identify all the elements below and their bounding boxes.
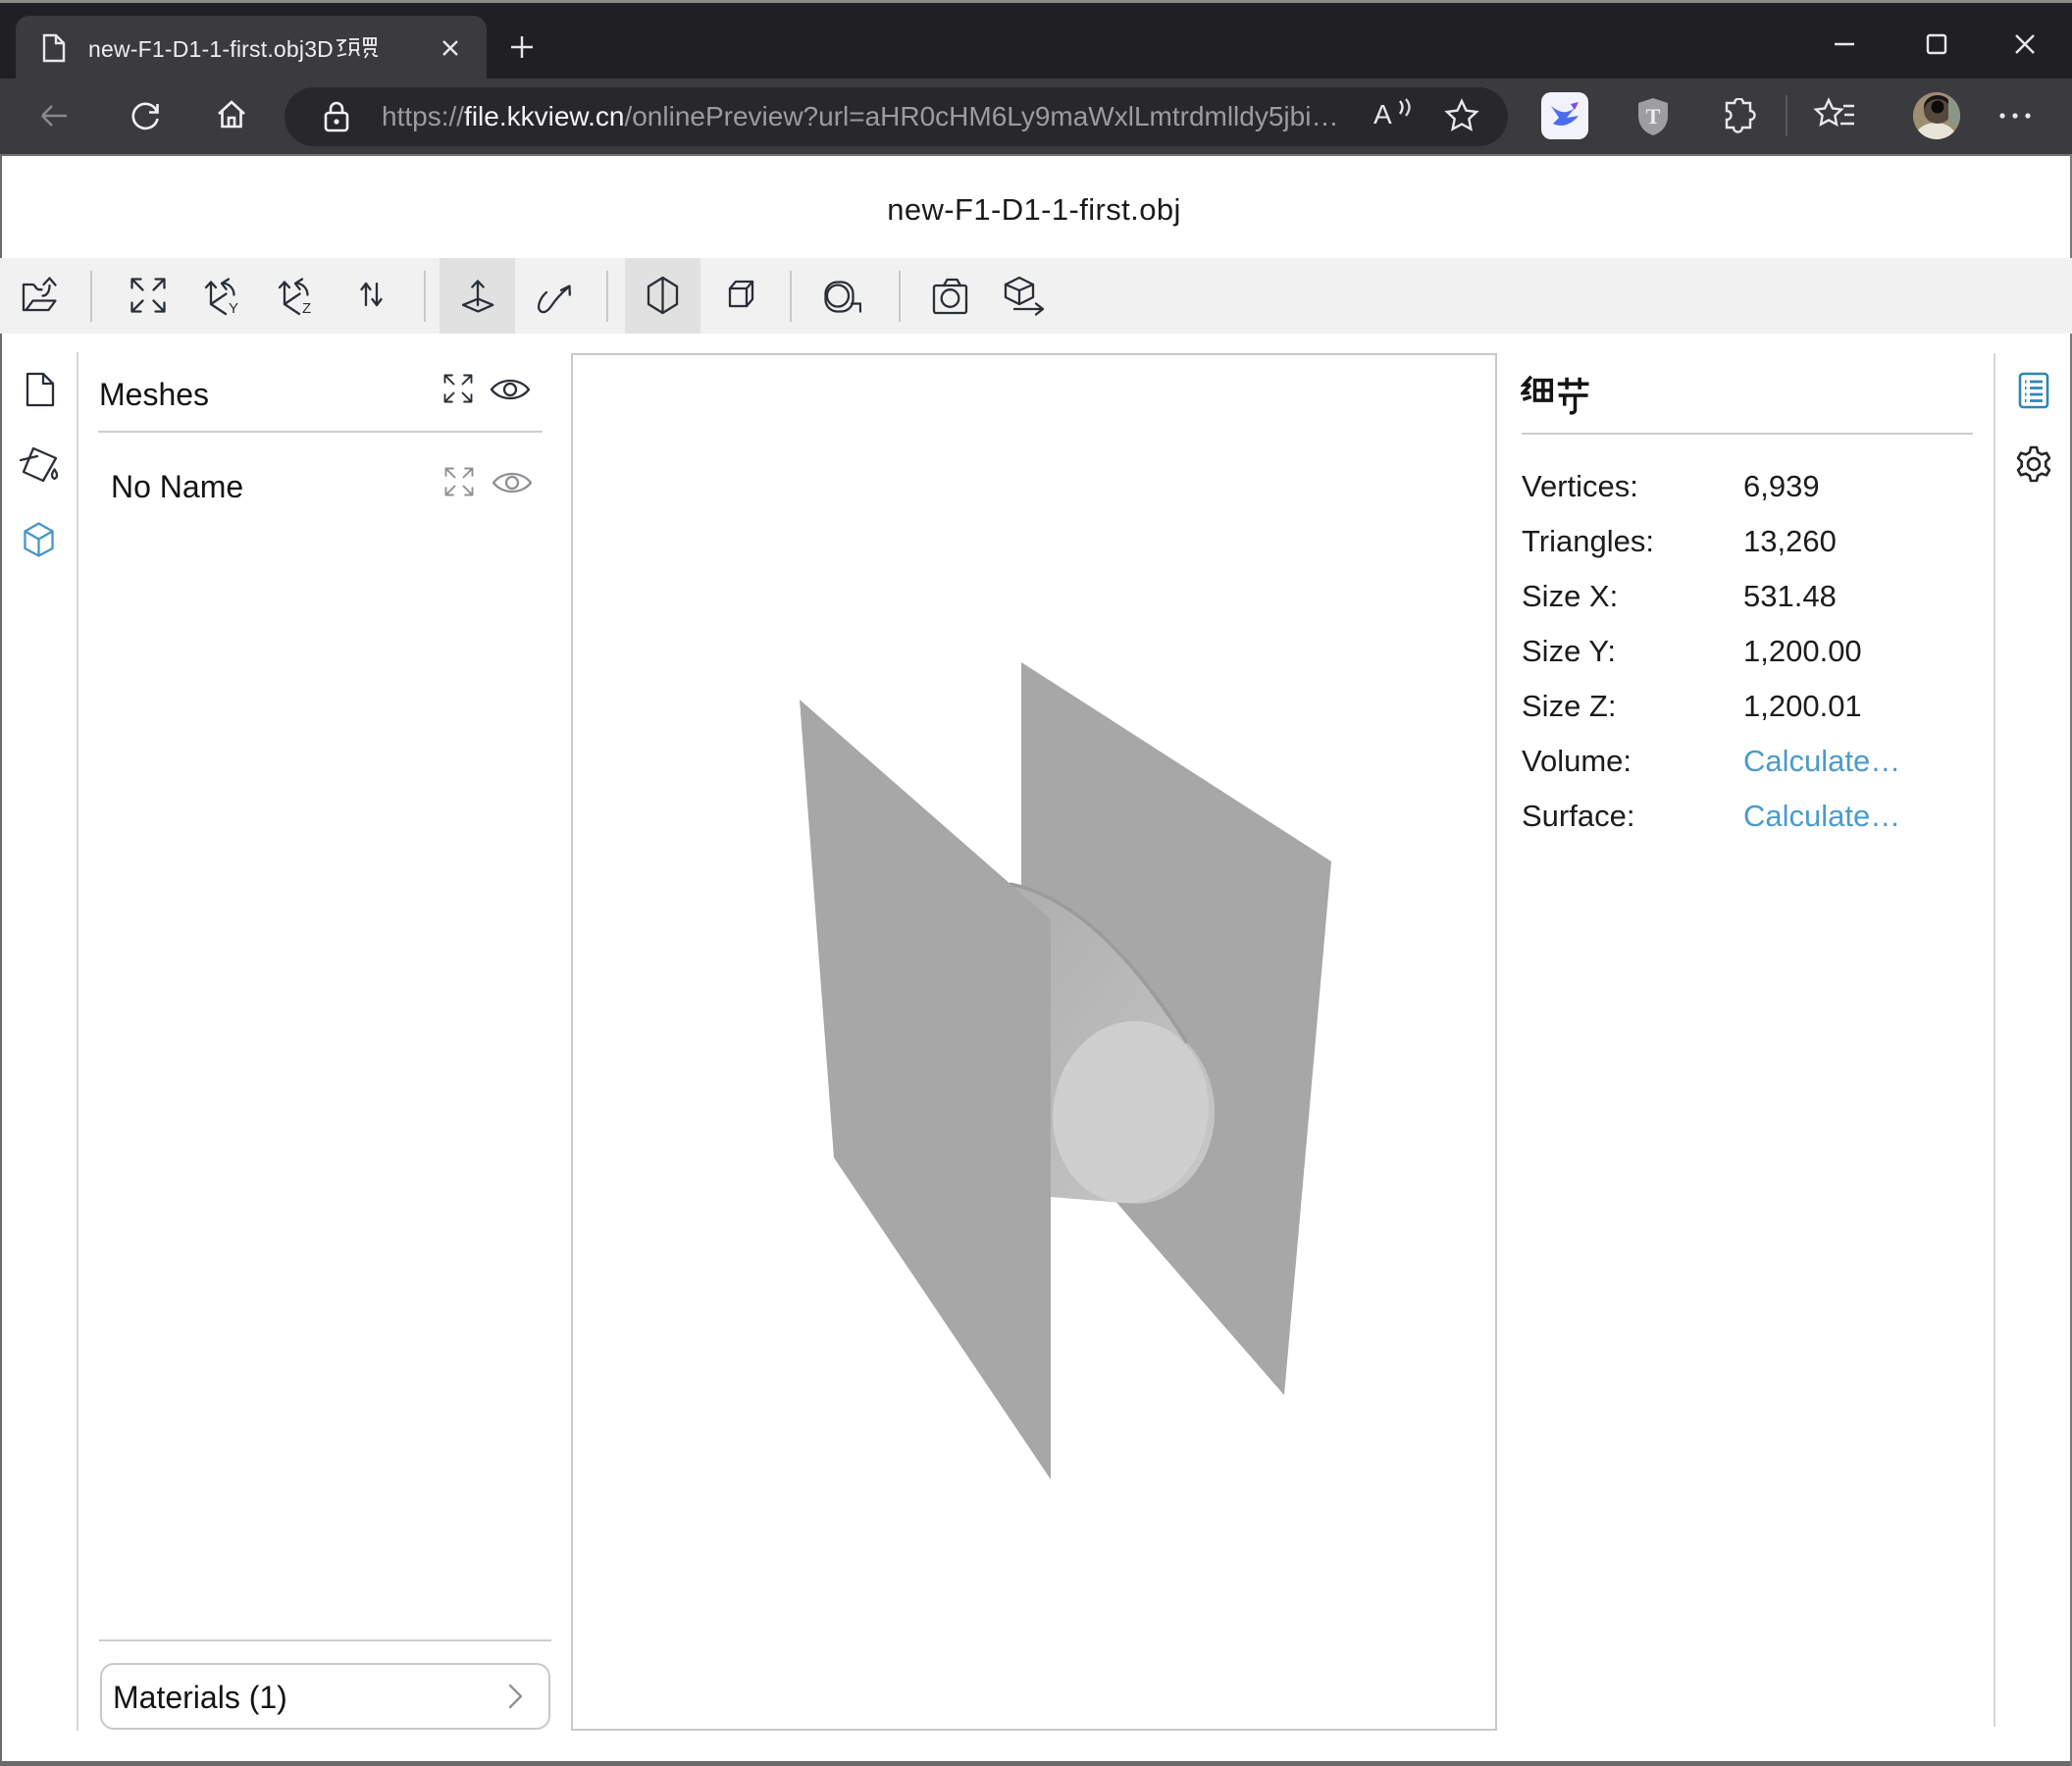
svg-text:T: T: [1646, 104, 1661, 129]
svg-text:Y: Y: [229, 300, 238, 317]
svg-text:Z: Z: [302, 300, 311, 317]
